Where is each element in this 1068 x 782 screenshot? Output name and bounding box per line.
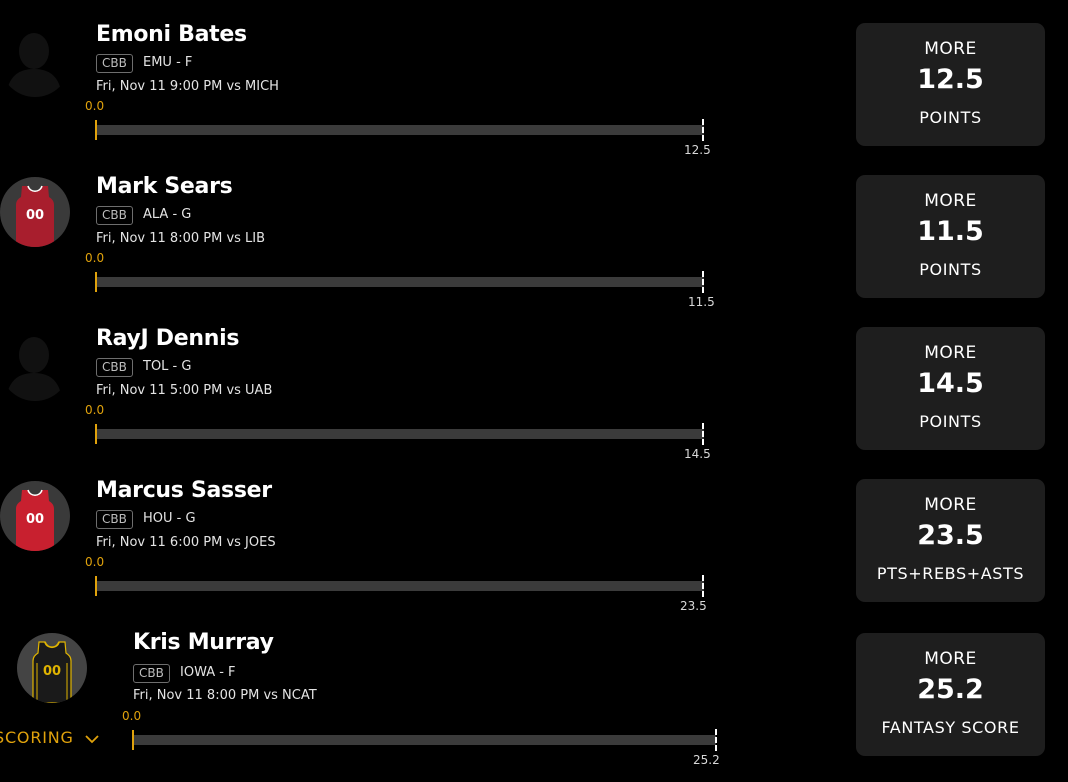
more-label: MORE [924,343,977,363]
more-label: MORE [924,191,977,211]
stat-type: POINTS [919,260,982,279]
league-badge: CBB [96,206,133,225]
progress-start-tick [95,576,97,596]
line-value: 12.5 [917,64,984,95]
jersey-icon: 00 [0,481,70,551]
progress-start-value: 0.0 [85,251,105,265]
progress-start-tick [132,730,134,750]
player-row: 00 Marcus Sasser CBB HOU - G Fri, Nov 11… [0,456,1068,613]
game-time: Fri, Nov 11 9:00 PM vs MICH [96,79,279,94]
scoring-toggle[interactable]: SCORING [0,728,100,747]
team-position: ALA - G [143,207,192,222]
team-position: HOU - G [143,511,196,526]
game-time: Fri, Nov 11 6:00 PM vs JOES [96,535,276,550]
projection-card[interactable]: MORE 11.5 POINTS [856,175,1045,298]
chevron-down-icon [80,728,100,747]
stat-type: POINTS [919,412,982,431]
stat-type: FANTASY SCORE [881,718,1020,737]
progress-target-tick [702,575,704,597]
player-name: Mark Sears [96,174,233,199]
progress-target-tick [702,119,704,141]
progress-target-value: 25.2 [693,753,720,767]
player-row: 00 Mark Sears CBB ALA - G Fri, Nov 11 8:… [0,152,1068,309]
progress-target-tick [702,271,704,293]
game-time: Fri, Nov 11 8:00 PM vs LIB [96,231,266,246]
progress-start-tick [95,272,97,292]
player-name: Kris Murray [133,630,274,655]
more-label: MORE [924,649,977,669]
projection-card[interactable]: MORE 23.5 PTS+REBS+ASTS [856,479,1045,602]
progress-start-tick [95,120,97,140]
player-name: RayJ Dennis [96,326,240,351]
game-time: Fri, Nov 11 8:00 PM vs NCAT [133,688,317,703]
more-label: MORE [924,495,977,515]
progress-track [96,125,704,135]
progress-start-value: 0.0 [85,99,105,113]
progress-target-tick [715,729,717,751]
progress-start-value: 0.0 [122,709,142,723]
team-position: IOWA - F [180,665,236,680]
progress-track [96,581,704,591]
svg-text:00: 00 [43,664,61,679]
progress-start-value: 0.0 [85,555,105,569]
team-position: EMU - F [143,55,193,70]
svg-text:00: 00 [26,208,44,223]
league-badge: CBB [133,664,170,683]
projection-card[interactable]: MORE 12.5 POINTS [856,23,1045,146]
progress-track [133,735,716,745]
progress-target-tick [702,423,704,445]
projection-card[interactable]: MORE 25.2 FANTASY SCORE [856,633,1045,756]
line-value: 11.5 [917,216,984,247]
line-value: 14.5 [917,368,984,399]
stat-type: PTS+REBS+ASTS [876,564,1025,583]
game-time: Fri, Nov 11 5:00 PM vs UAB [96,383,273,398]
svg-text:00: 00 [26,512,44,527]
progress-start-value: 0.0 [85,403,105,417]
player-row: 00 Kris Murray CBB IOWA - F Fri, Nov 11 … [0,608,1068,767]
more-label: MORE [924,39,977,59]
player-row: RayJ Dennis CBB TOL - G Fri, Nov 11 5:00… [0,304,1068,461]
progress-track [96,429,704,439]
stat-type: POINTS [919,108,982,127]
player-name: Emoni Bates [96,22,247,47]
jersey-icon: 00 [17,633,87,703]
line-value: 23.5 [917,520,984,551]
player-name: Marcus Sasser [96,478,272,503]
scoring-toggle-label: SCORING [0,728,74,747]
progress-start-tick [95,424,97,444]
projection-card[interactable]: MORE 14.5 POINTS [856,327,1045,450]
line-value: 25.2 [917,674,984,705]
progress-track [96,277,704,287]
jersey-icon: 00 [0,177,70,247]
league-badge: CBB [96,358,133,377]
league-badge: CBB [96,54,133,73]
silhouette-icon [0,331,70,401]
silhouette-icon [0,27,70,97]
team-position: TOL - G [143,359,192,374]
league-badge: CBB [96,510,133,529]
player-row: Emoni Bates CBB EMU - F Fri, Nov 11 9:00… [0,0,1068,157]
